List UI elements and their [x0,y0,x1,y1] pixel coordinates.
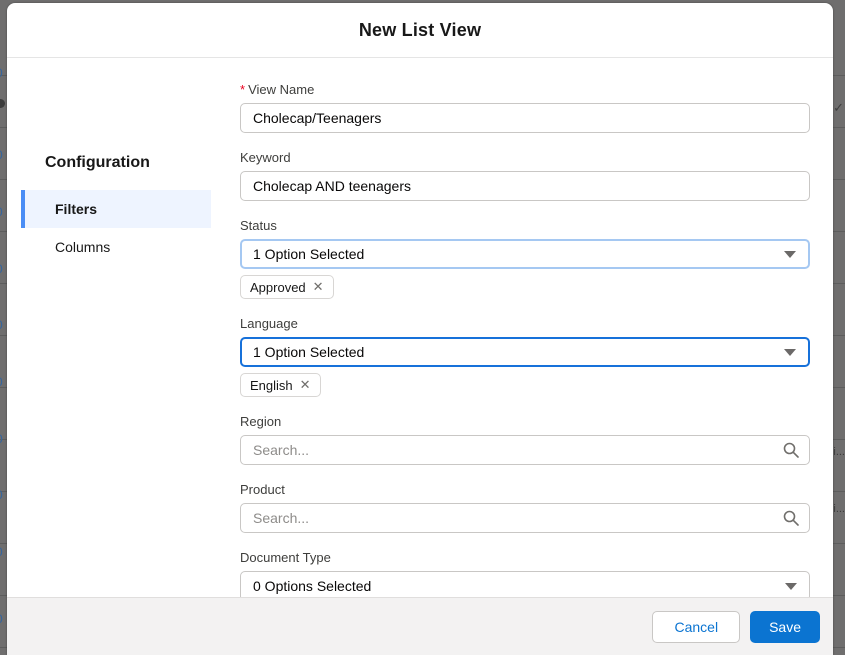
keyword-input[interactable] [240,171,810,201]
backdrop-link-fragment: 0 [0,432,3,446]
view-name-input[interactable] [240,103,810,133]
status-pill-label: Approved [250,280,306,295]
region-field: Region [240,414,810,465]
chevron-down-icon [785,583,797,590]
language-pill: English ✕ [240,373,321,397]
region-search-input[interactable] [240,435,810,465]
region-label: Region [240,414,810,429]
backdrop-text-fragment: i... [833,446,845,458]
sidebar-item-filters[interactable]: Filters [21,190,211,228]
language-select[interactable]: 1 Option Selected [240,337,810,367]
backdrop-text-fragment: i... [833,503,845,515]
language-field: Language 1 Option Selected English ✕ [240,316,810,397]
backdrop-link-fragment: 0 [0,66,3,80]
dialog-body: Configuration Filters Columns *View Name… [7,58,833,597]
dialog-title: New List View [359,20,481,41]
document-type-field: Document Type 0 Options Selected [240,550,810,597]
search-icon [783,510,799,526]
chevron-down-icon [784,349,796,356]
required-marker: * [240,82,245,97]
backdrop-link-fragment: 0 [0,205,3,219]
backdrop-link-fragment: 0 [0,262,3,276]
backdrop-link-fragment: 0 [0,612,3,626]
sidebar-heading: Configuration [45,154,240,172]
document-type-label: Document Type [240,550,810,565]
language-select-value: 1 Option Selected [253,344,364,360]
keyword-label: Keyword [240,150,810,165]
backdrop-link-fragment: 0 [0,375,3,389]
language-label: Language [240,316,810,331]
backdrop-link-fragment: 0 [0,545,3,559]
product-label: Product [240,482,810,497]
product-search [240,503,810,533]
status-pill-row: Approved ✕ [240,275,810,299]
status-field: Status 1 Option Selected Approved ✕ [240,218,810,299]
document-type-select[interactable]: 0 Options Selected [240,571,810,597]
cancel-button[interactable]: Cancel [652,611,740,643]
sidebar-item-label: Columns [55,239,110,255]
document-type-select-value: 0 Options Selected [253,578,371,594]
status-select[interactable]: 1 Option Selected [240,239,810,269]
remove-icon[interactable]: ✕ [313,279,324,295]
chevron-down-icon [784,251,796,258]
remove-icon[interactable]: ✕ [300,377,311,393]
language-pill-label: English [250,378,293,393]
language-pill-row: English ✕ [240,373,810,397]
status-pill: Approved ✕ [240,275,334,299]
region-search [240,435,810,465]
new-list-view-dialog: New List View Configuration Filters Colu… [7,3,833,655]
backdrop-icon-fragment [0,99,5,108]
backdrop-link-fragment: 0 [0,318,3,332]
product-search-input[interactable] [240,503,810,533]
sidebar-item-label: Filters [55,201,97,217]
backdrop-link-fragment: 0 [0,148,3,162]
status-label: Status [240,218,810,233]
sidebar-item-columns[interactable]: Columns [21,228,211,266]
configuration-sidebar: Configuration Filters Columns [7,58,240,597]
dialog-header: New List View [7,3,833,58]
view-name-label: *View Name [240,82,810,97]
backdrop-link-fragment: 0 [0,488,3,502]
screen: 0 0 0 0 0 0 0 0 0 0 ✓ i... i... New List… [0,0,845,655]
backdrop-check-icon: ✓ [833,100,844,116]
product-field: Product [240,482,810,533]
dialog-footer: Cancel Save [7,597,833,655]
keyword-field: Keyword [240,150,810,201]
save-button[interactable]: Save [750,611,820,643]
status-select-value: 1 Option Selected [253,246,364,262]
filters-form: *View Name Keyword Status 1 Option Selec… [240,58,810,597]
view-name-field: *View Name [240,82,810,133]
search-icon [783,442,799,458]
